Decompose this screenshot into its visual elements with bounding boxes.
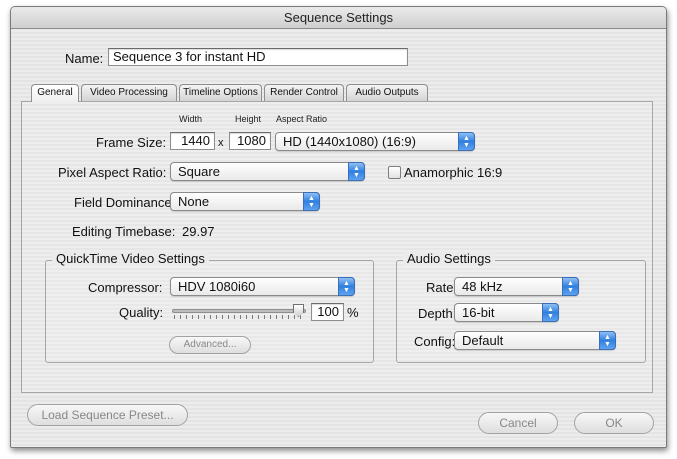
- depth-label: Depth:: [418, 306, 457, 321]
- pixel-aspect-ratio-popup[interactable]: Square ▲ ▼: [170, 162, 365, 181]
- dialog-content: Name: Sequence 3 for instant HD General …: [11, 30, 666, 447]
- window-title: Sequence Settings: [11, 7, 666, 29]
- compressor-value: HDV 1080i60: [178, 279, 256, 294]
- editing-timebase-value: 29.97: [182, 224, 215, 239]
- popup-arrows-icon: ▲ ▼: [599, 331, 616, 350]
- tab-audio-outputs[interactable]: Audio Outputs: [346, 84, 428, 101]
- times-sign: x: [218, 137, 224, 149]
- anamorphic-checkbox[interactable]: [388, 166, 401, 179]
- aspect-ratio-value: HD (1440x1080) (16:9): [283, 134, 416, 149]
- frame-size-label: Frame Size:: [96, 135, 167, 150]
- popup-arrows-icon: ▲ ▼: [542, 303, 559, 322]
- aspect-ratio-caption: Aspect Ratio: [276, 114, 328, 124]
- name-label: Name:: [65, 51, 104, 66]
- frame-width-field[interactable]: 1440: [170, 132, 215, 150]
- rate-value: 48 kHz: [462, 279, 503, 294]
- percent-sign: %: [347, 305, 359, 320]
- load-sequence-preset-button[interactable]: Load Sequence Preset...: [27, 404, 188, 426]
- popup-arrows-icon: ▲ ▼: [562, 277, 579, 296]
- field-dominance-popup[interactable]: None ▲ ▼: [170, 192, 320, 211]
- anamorphic-label: Anamorphic 16:9: [404, 165, 503, 180]
- advanced-button[interactable]: Advanced...: [169, 336, 251, 354]
- audio-group-title: Audio Settings: [403, 251, 495, 266]
- pixel-aspect-ratio-label: Pixel Aspect Ratio:: [58, 165, 167, 180]
- rate-label: Rate:: [426, 280, 458, 295]
- ok-button[interactable]: OK: [574, 412, 654, 434]
- aspect-ratio-popup[interactable]: HD (1440x1080) (16:9) ▲ ▼: [275, 132, 475, 151]
- tab-video-processing[interactable]: Video Processing: [81, 84, 177, 101]
- config-value: Default: [462, 333, 504, 348]
- compressor-label: Compressor:: [88, 280, 163, 295]
- height-caption: Height: [235, 114, 262, 124]
- quicktime-group-title: QuickTime Video Settings: [52, 251, 209, 266]
- field-dominance-value: None: [178, 194, 210, 209]
- general-tab-panel: Width Height Aspect Ratio Frame Size: 14…: [21, 101, 653, 393]
- pixel-aspect-ratio-value: Square: [178, 164, 220, 179]
- quality-label: Quality:: [119, 305, 164, 320]
- popup-arrows-icon: ▲ ▼: [348, 162, 365, 181]
- tab-render-control[interactable]: Render Control: [264, 84, 344, 101]
- field-dominance-label: Field Dominance:: [74, 195, 176, 210]
- compressor-popup[interactable]: HDV 1080i60 ▲ ▼: [170, 277, 355, 296]
- name-field[interactable]: Sequence 3 for instant HD: [108, 48, 408, 66]
- popup-arrows-icon: ▲ ▼: [303, 192, 320, 211]
- config-popup[interactable]: Default ▲ ▼: [454, 331, 616, 350]
- frame-height-field[interactable]: 1080: [229, 132, 271, 150]
- sequence-settings-window: Sequence Settings Name: Sequence 3 for i…: [10, 6, 667, 448]
- quality-slider-ticks: [174, 315, 304, 319]
- quality-value-field[interactable]: 100: [311, 303, 344, 321]
- quality-slider-track[interactable]: [172, 309, 306, 313]
- editing-timebase-label: Editing Timebase:: [72, 224, 176, 239]
- depth-value: 16-bit: [462, 305, 495, 320]
- rate-popup[interactable]: 48 kHz ▲ ▼: [454, 277, 579, 296]
- tab-timeline-options[interactable]: Timeline Options: [179, 84, 262, 101]
- cancel-button[interactable]: Cancel: [478, 412, 558, 434]
- width-caption: Width: [179, 114, 203, 124]
- popup-arrows-icon: ▲ ▼: [458, 132, 475, 151]
- config-label: Config:: [414, 334, 456, 349]
- depth-popup[interactable]: 16-bit ▲ ▼: [454, 303, 559, 322]
- popup-arrows-icon: ▲ ▼: [338, 277, 355, 296]
- tab-general[interactable]: General: [31, 84, 79, 102]
